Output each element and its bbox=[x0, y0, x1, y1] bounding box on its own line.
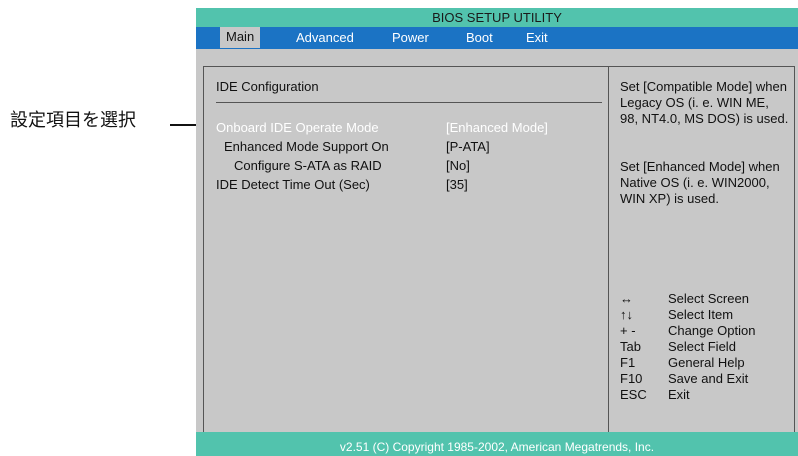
key-label: F1 bbox=[620, 355, 636, 370]
help-text-enhanced: Set [Enhanced Mode] when Native OS (i. e… bbox=[620, 159, 780, 206]
key-label: ESC bbox=[620, 387, 647, 402]
copyright-text: v2.51 (C) Copyright 1985-2002, American … bbox=[339, 440, 655, 454]
value-configure-sata-as-raid[interactable]: [No] bbox=[446, 158, 470, 173]
option-ide-detect-time-out[interactable]: IDE Detect Time Out (Sec) bbox=[216, 177, 370, 192]
menu-bar: Main Advanced Power Boot Exit bbox=[196, 27, 798, 49]
option-onboard-ide-operate-mode[interactable]: Onboard IDE Operate Mode bbox=[216, 120, 379, 135]
main-panel: IDE Configuration Onboard IDE Operate Mo… bbox=[203, 66, 795, 433]
key-desc: General Help bbox=[668, 355, 745, 370]
key-desc: Save and Exit bbox=[668, 371, 749, 386]
footer-bar: v2.51 (C) Copyright 1985-2002, American … bbox=[196, 432, 798, 456]
menu-advanced[interactable]: Advanced bbox=[296, 30, 354, 45]
option-enhanced-mode-support-on[interactable]: Enhanced Mode Support On bbox=[224, 139, 389, 154]
title-bar: BIOS SETUP UTILITY bbox=[196, 8, 798, 27]
option-configure-sata-as-raid[interactable]: Configure S-ATA as RAID bbox=[234, 158, 382, 173]
arrows-vertical-icon: ↑↓ bbox=[620, 307, 633, 322]
value-ide-detect-time-out[interactable]: [35] bbox=[446, 177, 468, 192]
key-desc: Exit bbox=[668, 387, 690, 402]
help-text-compatible: Set [Compatible Mode] when Legacy OS (i.… bbox=[620, 79, 789, 126]
section-divider bbox=[216, 102, 602, 103]
key-desc: Change Option bbox=[668, 323, 756, 338]
menu-main[interactable]: Main bbox=[220, 27, 261, 48]
key-label: Tab bbox=[620, 339, 641, 354]
section-title: IDE Configuration bbox=[216, 79, 319, 94]
menu-exit[interactable]: Exit bbox=[526, 30, 548, 45]
arrows-horizontal-icon: ↔ bbox=[620, 291, 633, 306]
value-onboard-ide-operate-mode[interactable]: [Enhanced Mode] bbox=[446, 120, 548, 135]
value-enhanced-mode-support-on[interactable]: [P-ATA] bbox=[446, 139, 490, 154]
key-label: + - bbox=[620, 323, 636, 338]
key-desc: Select Field bbox=[668, 339, 736, 354]
menu-power[interactable]: Power bbox=[392, 30, 429, 45]
key-desc: Select Item bbox=[668, 307, 734, 322]
callout-label: 設定項目を選択 bbox=[10, 110, 136, 131]
key-label: F10 bbox=[620, 371, 643, 386]
key-desc: Select Screen bbox=[668, 291, 749, 306]
bios-screen: BIOS SETUP UTILITY Main Advanced Power B… bbox=[196, 8, 798, 456]
menu-boot[interactable]: Boot bbox=[466, 30, 493, 45]
bios-title: BIOS SETUP UTILITY bbox=[432, 10, 562, 25]
help-divider bbox=[608, 67, 609, 432]
